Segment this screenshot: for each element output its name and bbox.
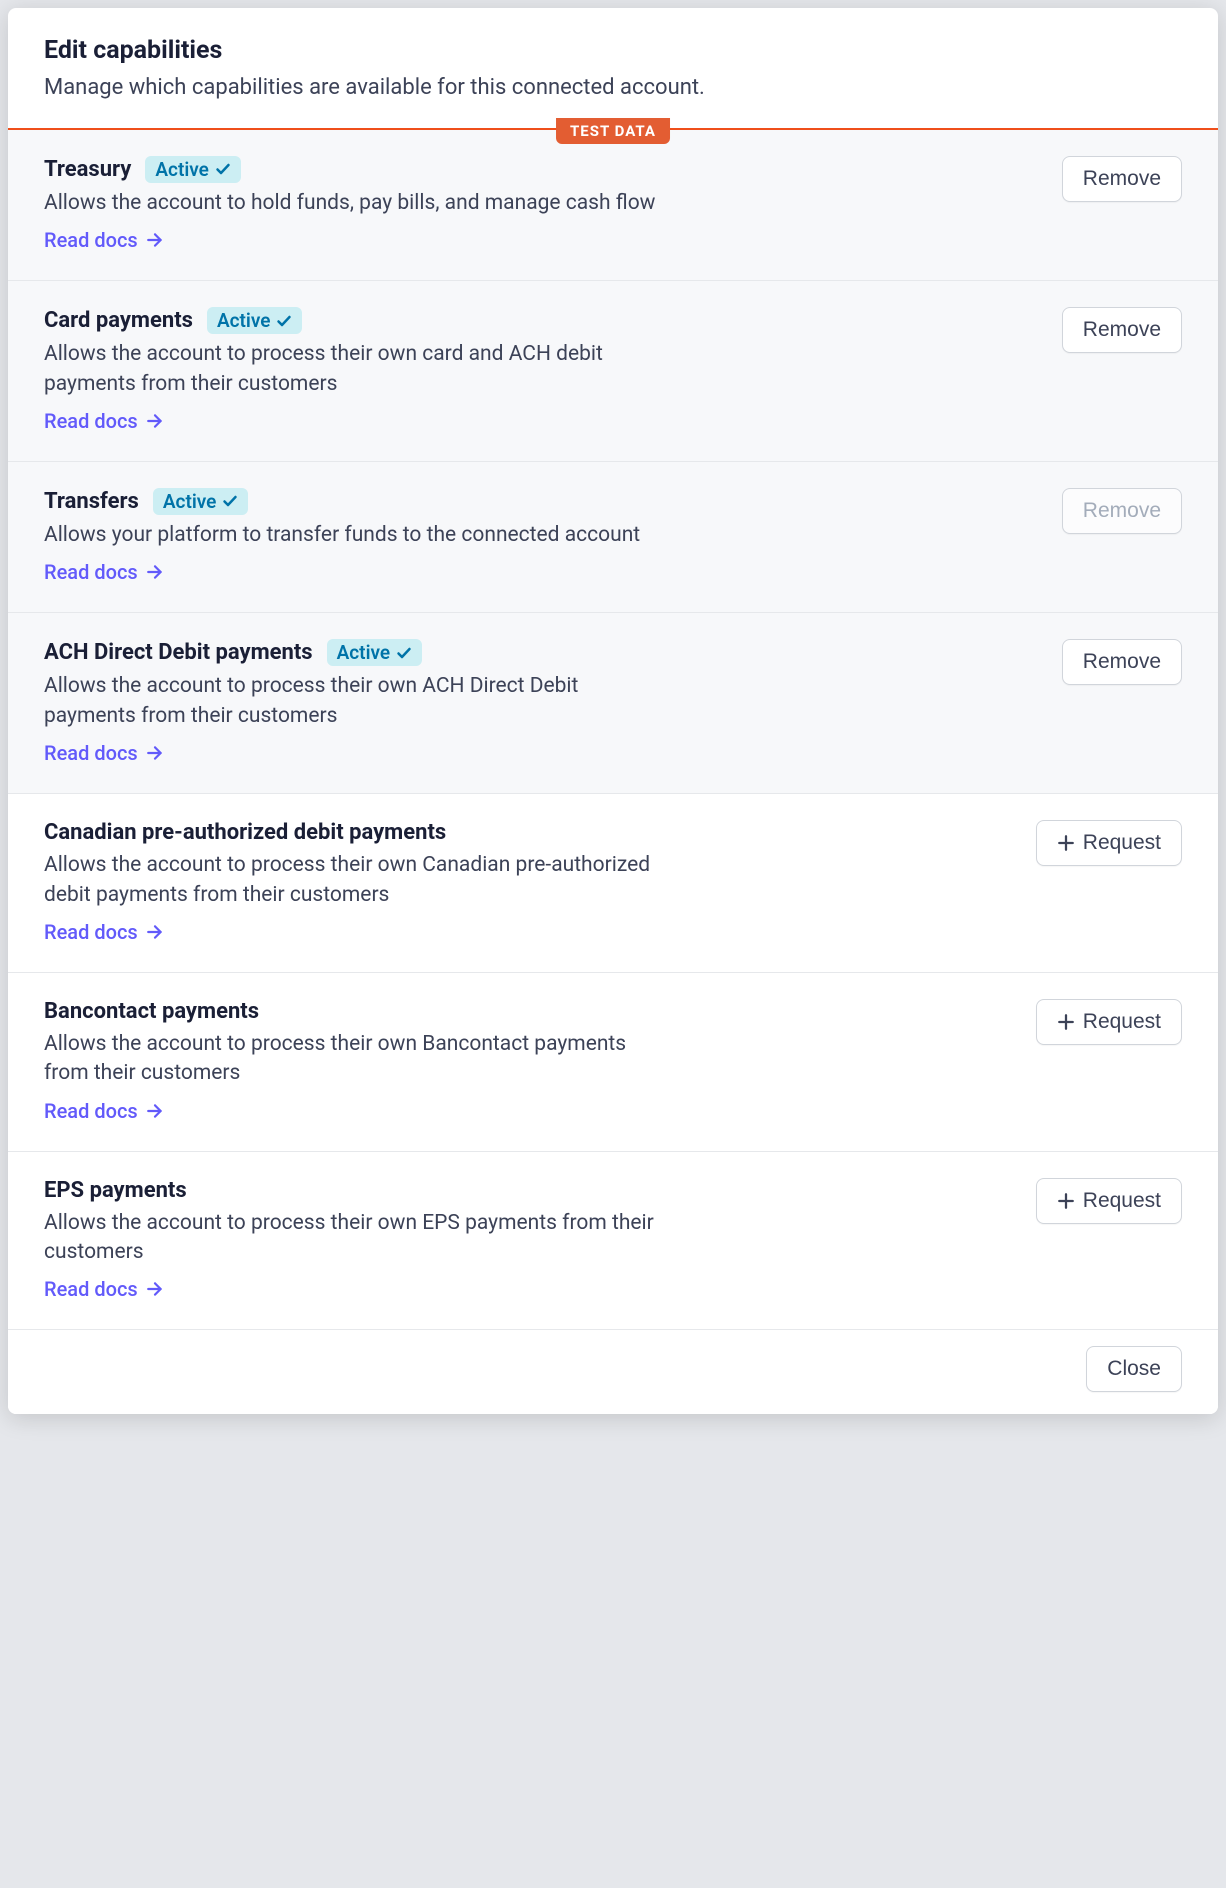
active-badge-label: Active — [217, 309, 271, 332]
capability-main: EPS payments Allows the account to proces… — [44, 1178, 1012, 1302]
arrow-right-icon — [146, 1280, 164, 1298]
capability-description: Allows the account to hold funds, pay bi… — [44, 189, 664, 218]
read-docs-link[interactable]: Read docs — [44, 409, 164, 433]
capability-main: Canadian pre-authorized debit payments Al… — [44, 820, 1012, 944]
capability-title-row: Bancontact payments — [44, 999, 1012, 1024]
request-button[interactable]: Request — [1036, 1178, 1182, 1224]
capability-name: Bancontact payments — [44, 999, 259, 1024]
remove-button-label: Remove — [1083, 499, 1161, 523]
capability-title-row: Treasury Active — [44, 156, 1038, 183]
remove-button-label: Remove — [1083, 167, 1161, 191]
capability-description: Allows your platform to transfer funds t… — [44, 521, 664, 550]
remove-button-label: Remove — [1083, 318, 1161, 342]
request-button[interactable]: Request — [1036, 999, 1182, 1045]
request-button-label: Request — [1083, 1189, 1161, 1213]
capability-title-row: Transfers Active — [44, 488, 1038, 515]
read-docs-link[interactable]: Read docs — [44, 1099, 164, 1123]
capability-main: Bancontact payments Allows the account to… — [44, 999, 1012, 1123]
check-icon — [222, 493, 238, 509]
dialog-footer: Close — [8, 1330, 1218, 1414]
read-docs-label: Read docs — [44, 228, 138, 252]
capability-main: ACH Direct Debit payments Active Allows th… — [44, 639, 1038, 765]
capability-description: Allows the account to process their own … — [44, 340, 664, 399]
dialog-header: Edit capabilities Manage which capabilit… — [8, 8, 1218, 130]
check-icon — [396, 645, 412, 661]
capability-name: Transfers — [44, 489, 139, 514]
arrow-right-icon — [146, 744, 164, 762]
request-button-label: Request — [1083, 1010, 1161, 1034]
request-button-label: Request — [1083, 831, 1161, 855]
active-badge-label: Active — [163, 490, 217, 513]
capability-name: Card payments — [44, 308, 193, 333]
read-docs-link[interactable]: Read docs — [44, 1277, 164, 1301]
active-badge: Active — [145, 156, 241, 183]
read-docs-link[interactable]: Read docs — [44, 228, 164, 252]
request-button[interactable]: Request — [1036, 820, 1182, 866]
plus-icon — [1057, 1013, 1075, 1031]
active-badge-label: Active — [337, 641, 391, 664]
capabilities-list: Treasury Active Allows the account to hold… — [8, 130, 1218, 1331]
capability-row: Treasury Active Allows the account to hold… — [8, 130, 1218, 281]
check-icon — [215, 161, 231, 177]
remove-button[interactable]: Remove — [1062, 307, 1182, 353]
active-badge: Active — [153, 488, 249, 515]
remove-button-label: Remove — [1083, 650, 1161, 674]
capability-row: Card payments Active Allows the account to… — [8, 281, 1218, 462]
capability-name: ACH Direct Debit payments — [44, 640, 313, 665]
read-docs-label: Read docs — [44, 1277, 138, 1301]
active-badge-label: Active — [155, 158, 209, 181]
read-docs-label: Read docs — [44, 560, 138, 584]
capability-main: Treasury Active Allows the account to hold… — [44, 156, 1038, 252]
capability-name: EPS payments — [44, 1178, 187, 1203]
capability-description: Allows the account to process their own … — [44, 1030, 664, 1089]
capability-description: Allows the account to process their own … — [44, 672, 664, 731]
capability-row: Bancontact payments Allows the account to… — [8, 973, 1218, 1152]
arrow-right-icon — [146, 923, 164, 941]
arrow-right-icon — [146, 412, 164, 430]
capability-title-row: EPS payments — [44, 1178, 1012, 1203]
check-icon — [276, 313, 292, 329]
capability-title-row: ACH Direct Debit payments Active — [44, 639, 1038, 666]
read-docs-link[interactable]: Read docs — [44, 560, 164, 584]
read-docs-link[interactable]: Read docs — [44, 920, 164, 944]
capability-main: Transfers Active Allows your platform to t… — [44, 488, 1038, 584]
plus-icon — [1057, 834, 1075, 852]
read-docs-label: Read docs — [44, 1099, 138, 1123]
read-docs-label: Read docs — [44, 409, 138, 433]
capability-description: Allows the account to process their own … — [44, 1209, 664, 1268]
read-docs-label: Read docs — [44, 741, 138, 765]
capability-title-row: Card payments Active — [44, 307, 1038, 334]
arrow-right-icon — [146, 563, 164, 581]
dialog-title: Edit capabilities — [44, 36, 1182, 65]
remove-button[interactable]: Remove — [1062, 639, 1182, 685]
remove-button[interactable]: Remove — [1062, 156, 1182, 202]
active-badge: Active — [207, 307, 303, 334]
capability-description: Allows the account to process their own … — [44, 851, 664, 910]
dialog-subtitle: Manage which capabilities are available … — [44, 73, 1182, 104]
test-data-badge: TEST DATA — [556, 118, 670, 144]
arrow-right-icon — [146, 1102, 164, 1120]
capability-row: EPS payments Allows the account to proces… — [8, 1152, 1218, 1331]
arrow-right-icon — [146, 231, 164, 249]
capability-name: Treasury — [44, 157, 131, 182]
capability-row: Transfers Active Allows your platform to t… — [8, 462, 1218, 613]
close-button[interactable]: Close — [1086, 1346, 1182, 1392]
read-docs-label: Read docs — [44, 920, 138, 944]
remove-button: Remove — [1062, 488, 1182, 534]
capability-title-row: Canadian pre-authorized debit payments — [44, 820, 1012, 845]
capability-row: Canadian pre-authorized debit payments Al… — [8, 794, 1218, 973]
capability-main: Card payments Active Allows the account to… — [44, 307, 1038, 433]
active-badge: Active — [327, 639, 423, 666]
plus-icon — [1057, 1192, 1075, 1210]
capability-name: Canadian pre-authorized debit payments — [44, 820, 446, 845]
edit-capabilities-dialog: Edit capabilities Manage which capabilit… — [8, 8, 1218, 1414]
capability-row: ACH Direct Debit payments Active Allows th… — [8, 613, 1218, 794]
read-docs-link[interactable]: Read docs — [44, 741, 164, 765]
